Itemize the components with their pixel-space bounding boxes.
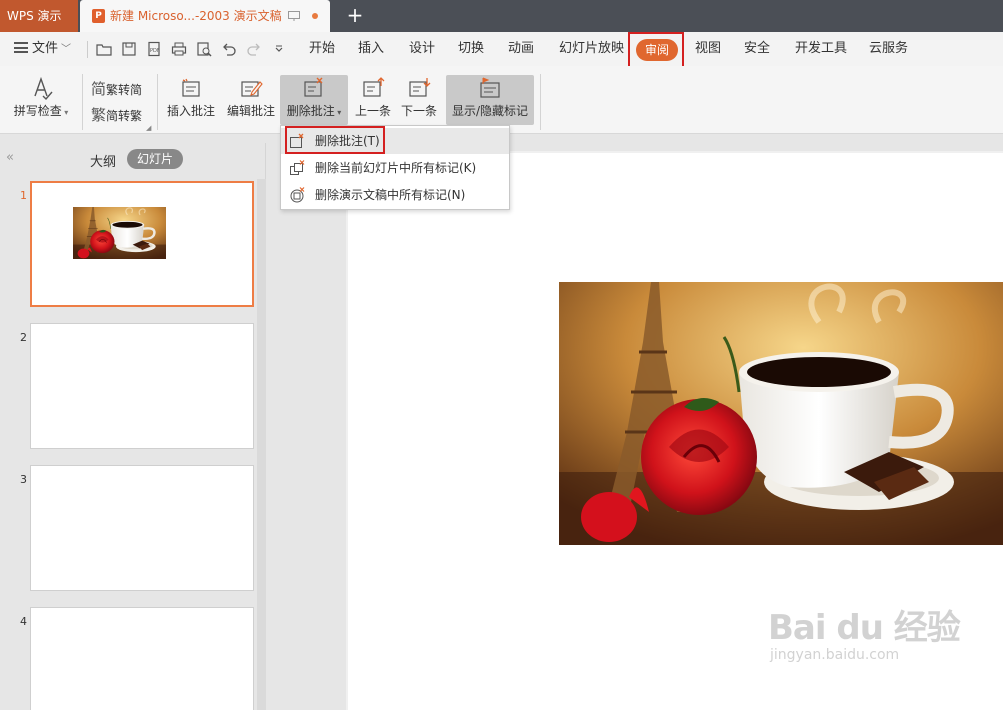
simp-to-trad-button[interactable]: 繁简转繁 bbox=[91, 104, 142, 125]
ribbon-toolbar: 拼写检查 ▾ 简繁转简 繁简转繁 ◢ 插入批注 编辑批注 删除批注 ▾ 上一条 … bbox=[0, 66, 1003, 134]
dialog-launcher-icon[interactable]: ◢ bbox=[146, 124, 151, 132]
simp-char-icon: 繁 bbox=[91, 106, 107, 124]
spell-check-icon bbox=[34, 76, 53, 101]
hamburger-icon bbox=[14, 42, 28, 53]
baidu-jingyan-watermark: Bai du 经验 jingyan.baidu.com bbox=[768, 600, 961, 663]
slide-number: 1 bbox=[20, 189, 27, 202]
trad-to-simp-label: 繁转简 bbox=[106, 83, 143, 97]
collapse-panel-icon[interactable]: « bbox=[6, 150, 14, 165]
title-tab-bar: WPS 演示 P 新建 Microso...-2003 演示文稿 + bbox=[0, 0, 1003, 32]
slide-number: 2 bbox=[20, 331, 27, 344]
tab-design[interactable]: 设计 bbox=[409, 32, 435, 66]
menu-bar: 文件 ﹀ PDF 开始 插入 设计 切换 动画 幻灯片放映 视图 安全 开发工具 … bbox=[0, 32, 1003, 66]
watermark-url: jingyan.baidu.com bbox=[770, 647, 900, 663]
ribbon-separator bbox=[540, 74, 541, 130]
ribbon-separator bbox=[157, 74, 158, 130]
app-tab[interactable]: WPS 演示 bbox=[0, 0, 78, 32]
toolbar-separator bbox=[87, 41, 88, 58]
monitor-icon[interactable] bbox=[288, 11, 300, 22]
show-hide-markup-label: 显示/隐藏标记 bbox=[451, 104, 529, 118]
save-icon[interactable] bbox=[121, 41, 137, 57]
edit-comment-label: 编辑批注 bbox=[226, 104, 275, 118]
watermark-logo-text: Bai du 经验 bbox=[768, 608, 961, 648]
caret-down-icon: ▾ bbox=[61, 108, 69, 117]
coffee-rose-thumbnail-image bbox=[73, 207, 166, 259]
delete-comment-highlight-box bbox=[285, 126, 385, 154]
tab-transitions[interactable]: 切换 bbox=[458, 32, 484, 66]
print-preview-icon[interactable] bbox=[196, 41, 212, 57]
delete-presentation-markup-icon bbox=[290, 187, 305, 203]
export-pdf-icon[interactable]: PDF bbox=[146, 41, 162, 57]
undo-icon[interactable] bbox=[221, 41, 237, 57]
presentation-file-icon: P bbox=[92, 9, 105, 23]
unsaved-dot-icon bbox=[312, 13, 318, 19]
insert-comment-button[interactable]: 插入批注 bbox=[165, 76, 217, 119]
tab-slideshow[interactable]: 幻灯片放映 bbox=[559, 32, 624, 66]
slide-thumbnail-2[interactable] bbox=[30, 323, 254, 449]
tab-animations[interactable]: 动画 bbox=[508, 32, 534, 66]
slide-thumbnail-3[interactable] bbox=[30, 465, 254, 591]
tab-home[interactable]: 开始 bbox=[309, 32, 335, 66]
ribbon-separator bbox=[82, 74, 83, 130]
previous-comment-label: 上一条 bbox=[354, 104, 391, 118]
document-tab-title: 新建 Microso...-2003 演示文稿 bbox=[110, 9, 282, 23]
slides-panel-scrollbar[interactable] bbox=[257, 179, 266, 710]
edit-comment-icon bbox=[241, 81, 263, 97]
coffee-rose-image[interactable] bbox=[559, 282, 1003, 545]
delete-comment-button[interactable]: 删除批注 ▾ bbox=[281, 76, 347, 119]
file-menu-label: 文件 bbox=[32, 41, 59, 56]
menu-item-label: 删除演示文稿中所有标记(N) bbox=[315, 188, 466, 202]
slide-thumbnail-4[interactable] bbox=[30, 607, 254, 710]
tab-view[interactable]: 视图 bbox=[695, 32, 721, 66]
slide-number: 4 bbox=[20, 615, 27, 628]
insert-comment-label: 插入批注 bbox=[166, 104, 215, 118]
chevron-down-icon: ﹀ bbox=[61, 44, 72, 55]
customize-toolbar-icon[interactable] bbox=[271, 41, 287, 57]
show-hide-markup-icon bbox=[480, 77, 500, 98]
slide-number: 3 bbox=[20, 473, 27, 486]
spell-check-button[interactable]: 拼写检查 ▾ bbox=[10, 76, 72, 119]
tab-cloud-service[interactable]: 云服务 bbox=[869, 32, 908, 66]
file-menu-button[interactable]: 文件 ﹀ bbox=[14, 32, 71, 67]
next-comment-icon bbox=[409, 78, 431, 97]
show-hide-markup-button[interactable]: 显示/隐藏标记 bbox=[447, 76, 533, 119]
menu-item-delete-slide-markup[interactable]: 删除当前幻灯片中所有标记(K) bbox=[281, 155, 509, 181]
tab-slides[interactable]: 幻灯片 bbox=[127, 149, 183, 169]
insert-comment-icon bbox=[182, 78, 200, 97]
slide-thumbnail-1[interactable] bbox=[30, 181, 254, 307]
slides-panel: « 大纲 幻灯片 1 2 3 4 bbox=[0, 143, 266, 710]
previous-comment-button[interactable]: 上一条 bbox=[352, 76, 394, 119]
spell-check-label: 拼写检查 bbox=[13, 104, 62, 118]
previous-comment-icon bbox=[363, 77, 385, 97]
new-tab-button[interactable]: + bbox=[344, 4, 366, 26]
redo-icon[interactable] bbox=[246, 41, 262, 57]
caret-down-icon: ▾ bbox=[334, 108, 342, 117]
edit-comment-button[interactable]: 编辑批注 bbox=[225, 76, 277, 119]
menu-item-label: 删除当前幻灯片中所有标记(K) bbox=[315, 161, 477, 175]
delete-comment-icon bbox=[304, 77, 323, 97]
simp-to-trad-label: 简转繁 bbox=[106, 109, 143, 123]
trad-char-icon: 简 bbox=[91, 80, 107, 98]
review-tab-highlight-box bbox=[628, 32, 684, 68]
next-comment-label: 下一条 bbox=[400, 104, 437, 118]
next-comment-button[interactable]: 下一条 bbox=[398, 76, 440, 119]
tab-developer[interactable]: 开发工具 bbox=[795, 32, 847, 66]
menu-item-delete-presentation-markup[interactable]: 删除演示文稿中所有标记(N) bbox=[281, 182, 509, 208]
tab-insert[interactable]: 插入 bbox=[358, 32, 384, 66]
trad-to-simp-button[interactable]: 简繁转简 bbox=[91, 78, 142, 99]
document-tab[interactable]: P 新建 Microso...-2003 演示文稿 bbox=[80, 0, 330, 32]
delete-comment-label: 删除批注 bbox=[286, 104, 335, 118]
open-folder-icon[interactable] bbox=[96, 41, 112, 57]
tab-outline[interactable]: 大纲 bbox=[90, 151, 116, 170]
print-icon[interactable] bbox=[171, 41, 187, 57]
tab-security[interactable]: 安全 bbox=[744, 32, 770, 66]
svg-text:PDF: PDF bbox=[150, 48, 160, 54]
delete-slide-markup-icon bbox=[290, 160, 305, 175]
